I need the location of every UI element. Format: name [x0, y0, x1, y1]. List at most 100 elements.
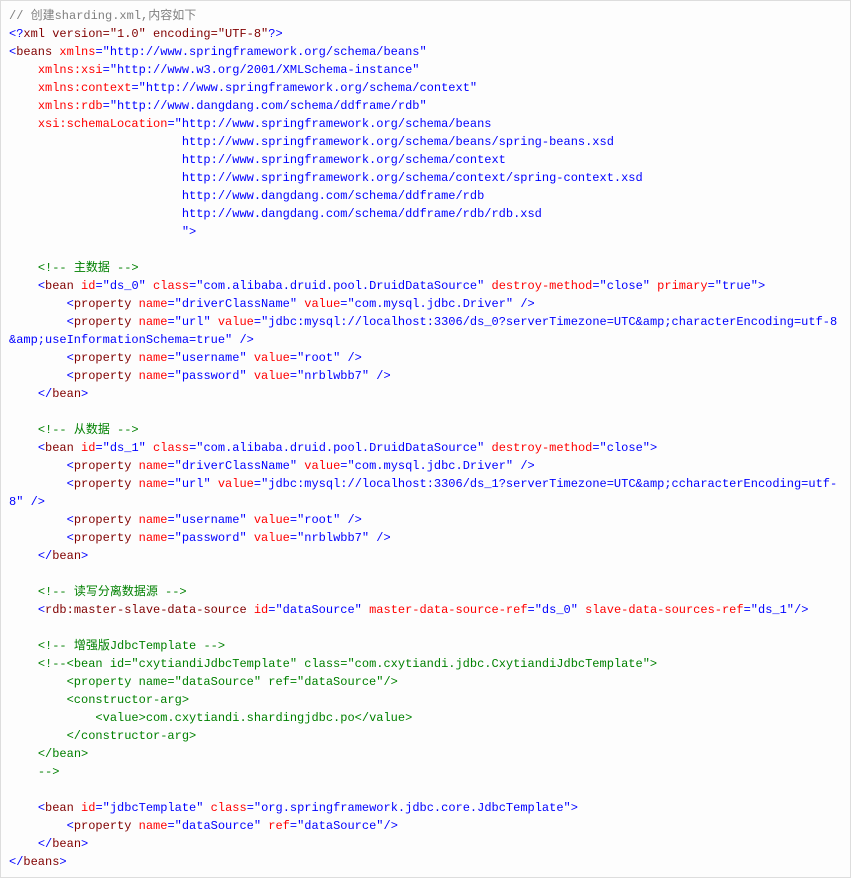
code-token: >: [59, 855, 66, 869]
code-token: property: [74, 531, 139, 545]
code-token: property: [74, 477, 139, 491]
code-token: ="driverClassName": [167, 297, 297, 311]
code-token: value: [247, 369, 290, 383]
xml-code-block: // 创建sharding.xml,内容如下 <?xml version="1.…: [0, 0, 851, 878]
code-token: ="password": [167, 531, 246, 545]
code-token: />: [520, 297, 534, 311]
code-token: <!--: [9, 261, 67, 275]
code-token: ref: [261, 819, 290, 833]
code-token: class: [146, 441, 189, 455]
code-token: <: [9, 351, 74, 365]
code-token: bean: [52, 387, 81, 401]
code-token: value: [247, 513, 290, 527]
code-token: />: [520, 459, 534, 473]
code-token: class: [146, 279, 189, 293]
code-token: http://www.dangdang.com/schema/ddframe/r…: [9, 189, 484, 203]
code-token: property: [74, 351, 139, 365]
code-token: ="jdbcTemplate": [95, 801, 203, 815]
code-token: id: [81, 441, 95, 455]
code-token: -->: [117, 261, 139, 275]
code-token: 主数据: [67, 261, 117, 275]
code-token: >: [650, 441, 657, 455]
code-token: name: [139, 297, 168, 311]
code-token: <: [9, 315, 74, 329]
code-token: property: [74, 315, 139, 329]
code-token: 读写分离数据源: [67, 585, 165, 599]
code-token: <!--: [9, 639, 67, 653]
code-token: ="username": [167, 513, 246, 527]
code-token: <!--<bean id="cxytiandiJdbcTemplate" cla…: [9, 657, 657, 671]
code-token: ="url": [167, 315, 210, 329]
code-token: <: [9, 801, 45, 815]
code-token: ="com.alibaba.druid.pool.DruidDataSource…: [189, 279, 484, 293]
code-token: -->: [203, 639, 225, 653]
code-token: ="url": [167, 477, 210, 491]
code-token: bean: [45, 279, 81, 293]
code-token: />: [376, 369, 390, 383]
code-token: 从数据: [67, 423, 117, 437]
code-token: http://www.springframework.org/schema/co…: [9, 153, 506, 167]
code-token: <!--: [9, 585, 67, 599]
code-token: name: [139, 351, 168, 365]
code-token: </: [9, 387, 52, 401]
code-token: xmlns:rdb: [9, 99, 103, 113]
code-token: value: [297, 297, 340, 311]
code-token: -->: [165, 585, 187, 599]
code-token: name: [139, 477, 168, 491]
code-token: <constructor-arg>: [9, 693, 189, 707]
code-token: <: [9, 531, 74, 545]
code-token: </constructor-arg>: [9, 729, 196, 743]
code-token: ="http://www.springframework.org/schema/…: [167, 117, 491, 131]
code-token: >: [81, 549, 88, 563]
code-token: master-data-source-ref: [362, 603, 528, 617]
code-token: bean: [52, 549, 81, 563]
code-line: // 创建sharding.xml,内容如下: [9, 9, 196, 23]
code-token: ="dataSource": [268, 603, 362, 617]
code-token: name: [139, 513, 168, 527]
code-token: bean: [45, 801, 81, 815]
code-token: <: [9, 369, 74, 383]
code-token: ="ds_1": [95, 441, 145, 455]
code-token: ="root": [290, 513, 348, 527]
code-token: ="com.mysql.jdbc.Driver": [340, 297, 520, 311]
code-token: name: [139, 531, 168, 545]
code-token: bean: [52, 837, 81, 851]
code-token: property: [74, 459, 139, 473]
code-token: id: [81, 801, 95, 815]
code-token: name: [139, 315, 168, 329]
code-token: xsi:schemaLocation: [9, 117, 167, 131]
code-token: value: [211, 315, 254, 329]
code-token: ="com.mysql.jdbc.Driver": [340, 459, 520, 473]
code-token: ="ds_1": [744, 603, 794, 617]
code-token: <: [9, 279, 45, 293]
code-token: ="http://www.dangdang.com/schema/ddframe…: [103, 99, 427, 113]
code-token: property: [74, 819, 139, 833]
code-token: <: [9, 297, 74, 311]
code-token: <property name="dataSource" ref="dataSou…: [9, 675, 398, 689]
code-token: primary: [650, 279, 708, 293]
code-token: property: [74, 297, 139, 311]
code-token: destroy-method: [484, 441, 592, 455]
code-token: ": [9, 225, 189, 239]
code-token: -->: [9, 765, 59, 779]
code-token: 增强版JdbcTemplate: [67, 639, 204, 653]
code-token: xml version="1.0" encoding="UTF-8": [23, 27, 268, 41]
code-token: <: [9, 819, 74, 833]
code-token: value: [247, 351, 290, 365]
code-token: ="nrblwbb7": [290, 369, 376, 383]
code-token: xmlns: [59, 45, 95, 59]
code-token: />: [31, 495, 45, 509]
code-token: ="nrblwbb7": [290, 531, 376, 545]
code-token: ="root": [290, 351, 348, 365]
code-token: ="dataSource": [290, 819, 384, 833]
code-token: <: [9, 441, 45, 455]
code-token: beans: [16, 45, 59, 59]
code-token: property: [74, 369, 139, 383]
code-token: ="username": [167, 351, 246, 365]
code-token: value: [247, 531, 290, 545]
code-token: >: [189, 225, 196, 239]
code-token: />: [794, 603, 808, 617]
code-token: <: [9, 477, 74, 491]
code-token: name: [139, 459, 168, 473]
code-token: </: [9, 855, 23, 869]
